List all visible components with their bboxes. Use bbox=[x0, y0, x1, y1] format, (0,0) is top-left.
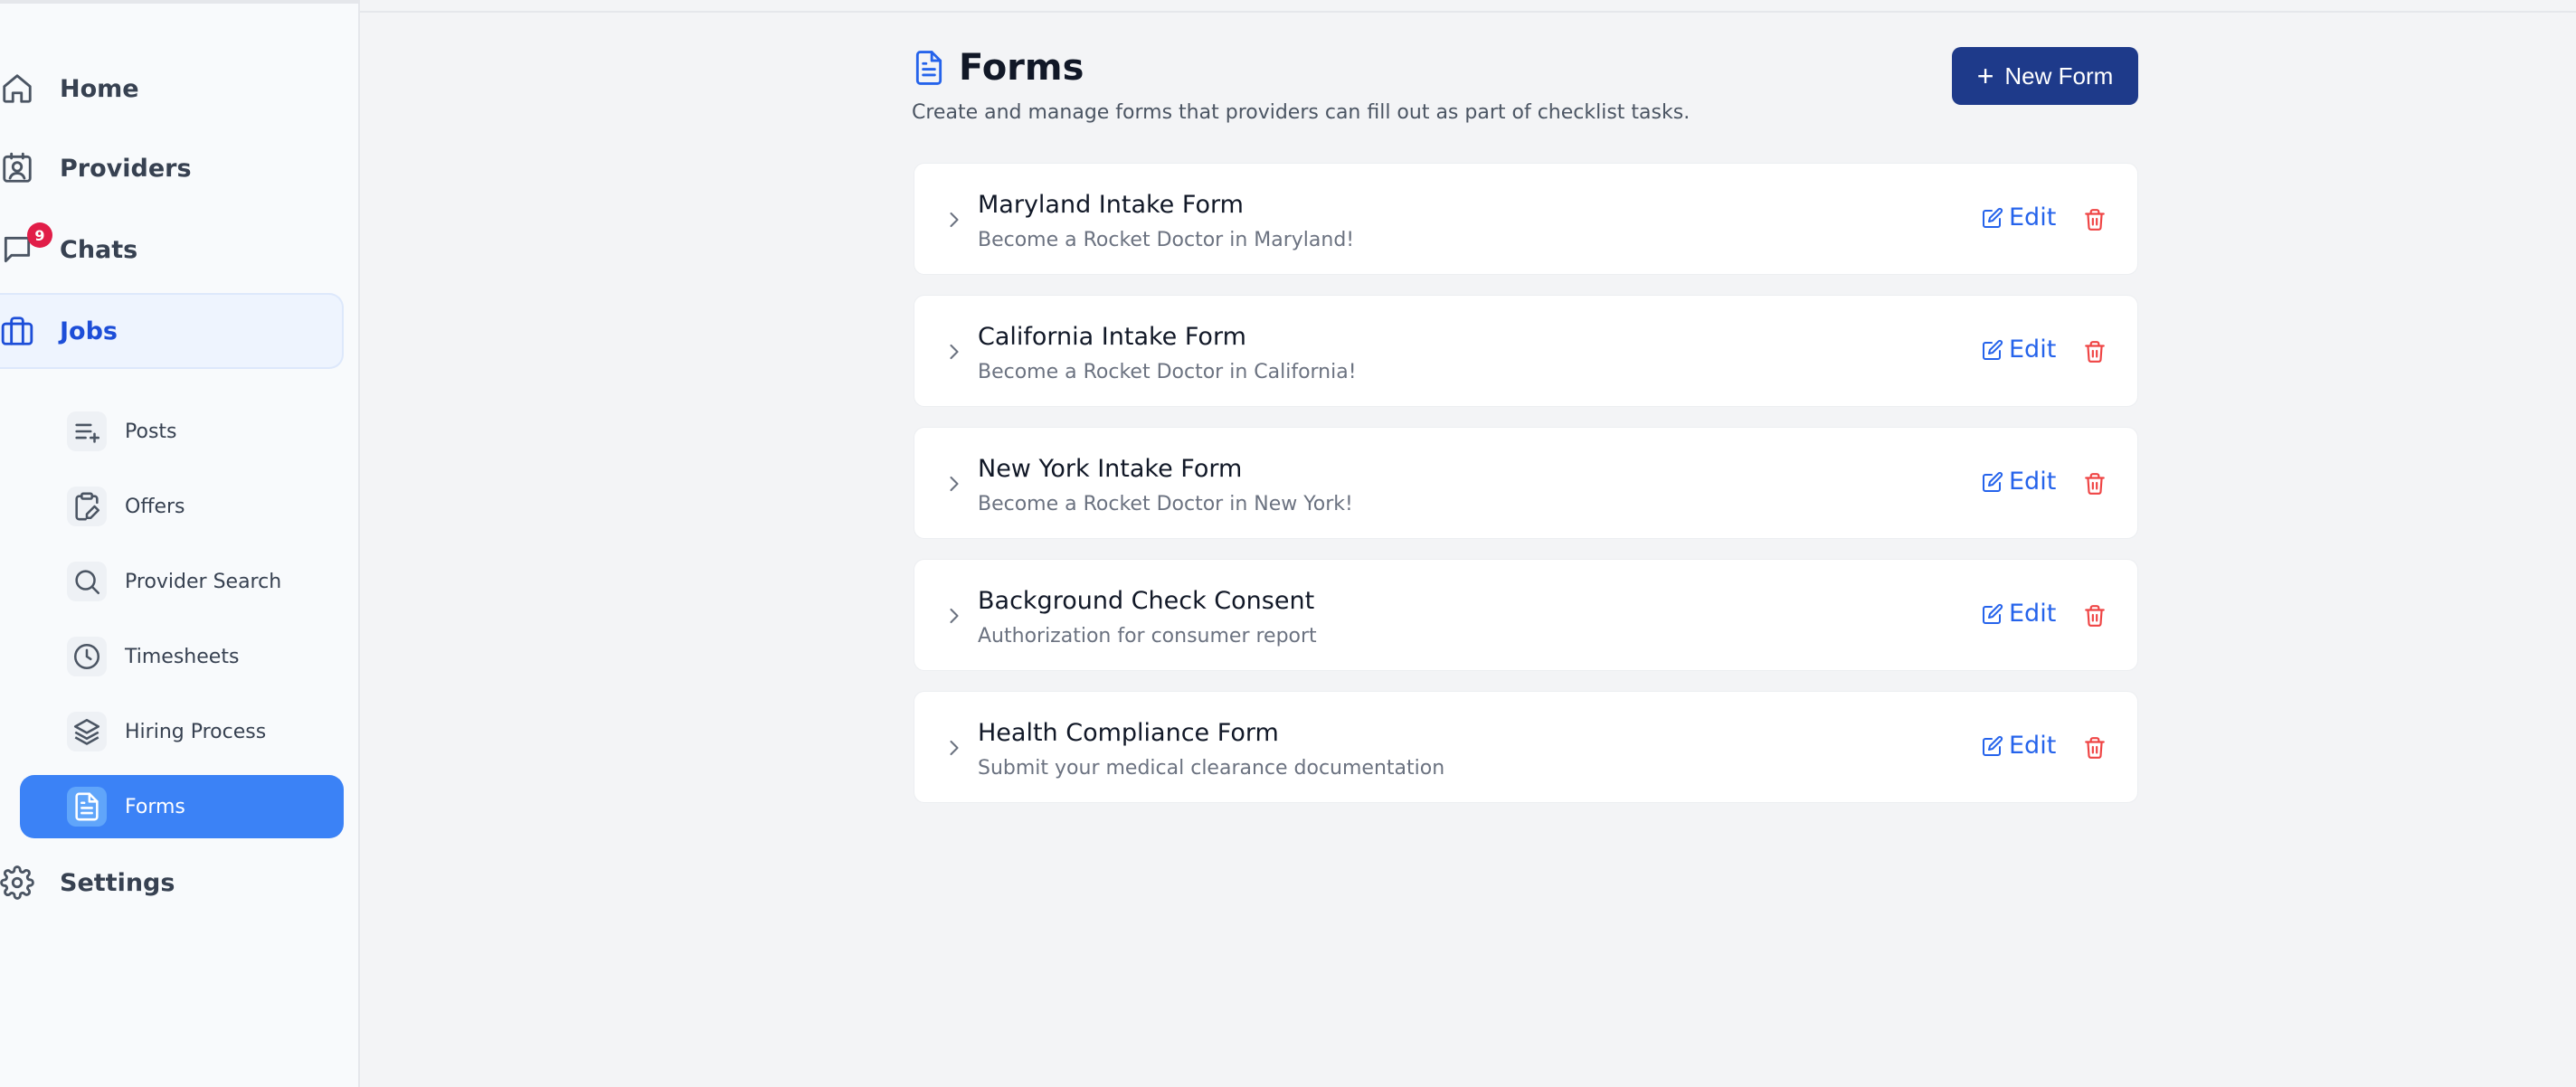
plus-icon: + bbox=[1976, 60, 1994, 92]
list-plus-icon bbox=[67, 411, 107, 451]
file-text-icon bbox=[67, 787, 107, 827]
edit-icon bbox=[1983, 207, 2003, 228]
gear-icon bbox=[0, 845, 36, 921]
edit-label: Edit bbox=[2009, 203, 2057, 232]
home-icon bbox=[0, 51, 36, 127]
form-card[interactable]: Background Check Consent Authorization f… bbox=[914, 559, 2138, 671]
edit-button[interactable]: Edit bbox=[1982, 336, 2056, 364]
chevron-right-icon[interactable] bbox=[942, 733, 967, 762]
form-name: Background Check Consent bbox=[978, 587, 1315, 615]
edit-label: Edit bbox=[2009, 468, 2057, 496]
sidebar-item-providers[interactable]: Providers bbox=[0, 130, 192, 206]
sidebar-subitem-provider-search[interactable]: Provider Search bbox=[20, 550, 344, 613]
form-description: Submit your medical clearance documentat… bbox=[978, 757, 1445, 780]
sidebar-item-label: Settings bbox=[60, 868, 175, 897]
form-name: California Intake Form bbox=[978, 323, 1246, 351]
sidebar-subitem-label: Forms bbox=[125, 795, 185, 818]
trash-icon[interactable] bbox=[2083, 470, 2107, 497]
form-name: Health Compliance Form bbox=[978, 719, 1279, 747]
form-description: Become a Rocket Doctor in Maryland! bbox=[978, 229, 1355, 251]
edit-label: Edit bbox=[2009, 336, 2057, 364]
trash-icon[interactable] bbox=[2083, 734, 2107, 761]
form-card[interactable]: Maryland Intake Form Become a Rocket Doc… bbox=[914, 163, 2138, 275]
sidebar-subitem-label: Hiring Process bbox=[125, 720, 267, 743]
form-card[interactable]: Health Compliance Form Submit your medic… bbox=[914, 691, 2138, 803]
chat-icon bbox=[0, 212, 36, 288]
search-icon bbox=[67, 562, 107, 601]
sidebar-item-home[interactable]: Home bbox=[0, 51, 139, 127]
edit-button[interactable]: Edit bbox=[1982, 600, 2056, 628]
sidebar-item-label: Jobs bbox=[60, 317, 118, 345]
edit-icon bbox=[1983, 339, 2003, 360]
sidebar-subitem-label: Timesheets bbox=[125, 645, 240, 668]
sidebar-subitem-offers[interactable]: Offers bbox=[20, 475, 344, 538]
form-description: Become a Rocket Doctor in New York! bbox=[978, 493, 1353, 515]
file-text-icon bbox=[915, 51, 942, 85]
sidebar-subitem-forms[interactable]: Forms bbox=[20, 775, 344, 838]
page-title: Forms bbox=[959, 47, 1084, 89]
sidebar: Home Providers 9 Chats Jobs Posts Offers bbox=[0, 0, 360, 1087]
contact-icon bbox=[0, 130, 36, 206]
sidebar-item-settings[interactable]: Settings bbox=[0, 845, 175, 921]
chevron-right-icon[interactable] bbox=[942, 337, 967, 366]
page-subtitle: Create and manage forms that providers c… bbox=[912, 101, 1690, 124]
sidebar-item-chats[interactable]: 9 Chats bbox=[0, 212, 137, 288]
trash-icon[interactable] bbox=[2083, 206, 2107, 233]
form-name: New York Intake Form bbox=[978, 455, 1243, 483]
edit-label: Edit bbox=[2009, 600, 2057, 628]
form-description: Become a Rocket Doctor in California! bbox=[978, 361, 1357, 383]
edit-button[interactable]: Edit bbox=[1982, 732, 2056, 760]
edit-label: Edit bbox=[2009, 732, 2057, 760]
sidebar-subitem-hiring-process[interactable]: Hiring Process bbox=[20, 700, 344, 763]
trash-icon[interactable] bbox=[2083, 338, 2107, 365]
form-description: Authorization for consumer report bbox=[978, 625, 1317, 647]
chevron-right-icon[interactable] bbox=[942, 601, 967, 630]
form-card[interactable]: California Intake Form Become a Rocket D… bbox=[914, 295, 2138, 407]
new-form-button-label: New Form bbox=[2004, 61, 2114, 90]
edit-icon bbox=[1983, 603, 2003, 624]
chevron-right-icon[interactable] bbox=[942, 469, 967, 498]
chevron-right-icon[interactable] bbox=[942, 205, 967, 234]
sidebar-subitem-label: Offers bbox=[125, 495, 185, 518]
layers-icon bbox=[67, 712, 107, 751]
sidebar-subitem-posts[interactable]: Posts bbox=[20, 400, 344, 463]
sidebar-item-jobs[interactable]: Jobs bbox=[0, 293, 344, 369]
unread-badge: 9 bbox=[27, 222, 52, 248]
clock-icon bbox=[67, 637, 107, 676]
form-card[interactable]: New York Intake Form Become a Rocket Doc… bbox=[914, 427, 2138, 539]
trash-icon[interactable] bbox=[2083, 602, 2107, 629]
sidebar-subitem-label: Provider Search bbox=[125, 570, 282, 593]
sidebar-item-label: Home bbox=[60, 74, 139, 103]
edit-icon bbox=[1983, 735, 2003, 756]
sidebar-item-label: Chats bbox=[60, 235, 138, 264]
sidebar-top-border bbox=[0, 0, 360, 4]
sidebar-item-label: Providers bbox=[60, 154, 192, 183]
top-bar bbox=[360, 0, 2576, 13]
sidebar-subitem-timesheets[interactable]: Timesheets bbox=[20, 625, 344, 688]
sidebar-subitem-label: Posts bbox=[125, 420, 177, 443]
new-form-button[interactable]: + New Form bbox=[1952, 47, 2138, 105]
briefcase-icon bbox=[0, 293, 36, 369]
edit-button[interactable]: Edit bbox=[1982, 468, 2056, 496]
clipboard-pen-icon bbox=[67, 487, 107, 526]
form-name: Maryland Intake Form bbox=[978, 191, 1244, 219]
edit-button[interactable]: Edit bbox=[1982, 203, 2056, 232]
edit-icon bbox=[1983, 471, 2003, 492]
